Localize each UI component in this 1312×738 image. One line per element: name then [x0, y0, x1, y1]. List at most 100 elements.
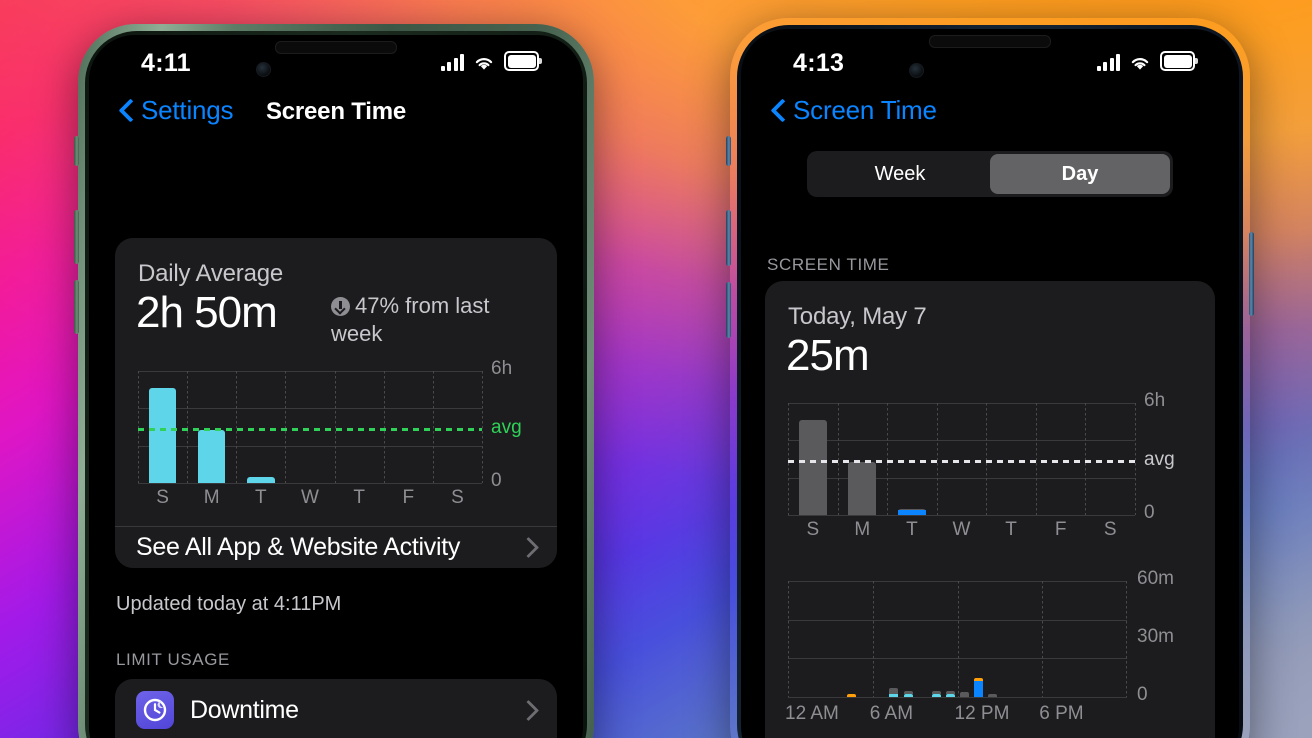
phone-left-screen: 4:11 Settings Screen Time Daily Average …: [89, 35, 583, 738]
volume-down-button[interactable]: [74, 280, 79, 334]
y-axis-tick: 6h: [491, 358, 513, 379]
gridline-vertical: [482, 371, 483, 483]
chart-bar-segment[interactable]: [974, 681, 984, 697]
hourly-bar-chart[interactable]: 60m 30m 0 12 AM 6 AM 12 PM 6 PM: [785, 568, 1191, 729]
segment-week[interactable]: Week: [810, 154, 990, 194]
y-axis-tick: avg: [1144, 448, 1175, 470]
chart-bar-segment[interactable]: [889, 688, 899, 694]
chart-bar[interactable]: [247, 476, 275, 483]
mute-switch[interactable]: [726, 136, 731, 166]
gridline-vertical: [872, 581, 874, 697]
segment-day[interactable]: Day: [990, 154, 1170, 194]
weekly-bar-chart[interactable]: 6h avg 0 S M T W T F S: [138, 358, 538, 513]
phone-right: 4:13 Screen Time Week Day SCREEN TIME To…: [726, 18, 1254, 738]
x-axis-tick: 6 PM: [1039, 703, 1084, 724]
chart-bar-segment[interactable]: [903, 694, 913, 697]
gridline-vertical: [138, 371, 139, 483]
gridline-vertical: [432, 371, 434, 483]
today-card[interactable]: Today, May 7 25m 6h avg 0 S M T W T F S 60m 30m 0 12…: [765, 281, 1215, 738]
gridline-horizontal: [788, 697, 1127, 698]
chart-bar-segment[interactable]: [931, 691, 941, 694]
volume-up-button[interactable]: [726, 210, 731, 266]
y-axis-tick: 6h: [1144, 390, 1166, 411]
gridline-vertical: [837, 403, 839, 515]
status-bar-time: 4:13: [793, 49, 845, 77]
gridline-horizontal: [788, 403, 1135, 404]
downtime-card[interactable]: Downtime: [115, 679, 557, 738]
x-axis-tick: M: [854, 519, 871, 540]
daily-average-title: Daily Average: [138, 260, 284, 287]
nav-bar-left: Settings Screen Time: [89, 89, 583, 145]
screen-time-section-header: SCREEN TIME: [767, 255, 890, 274]
gridline-vertical: [1042, 581, 1044, 697]
chart-bar-segment[interactable]: [960, 692, 970, 697]
x-axis-tick: 12 PM: [954, 703, 1010, 724]
downtime-clock-icon: [136, 691, 174, 729]
volume-down-button[interactable]: [726, 282, 731, 338]
status-bar-icons: [1096, 51, 1198, 71]
phone-left: 4:11 Settings Screen Time Daily Average …: [74, 24, 594, 738]
y-axis-tick: avg: [491, 416, 522, 438]
gridline-vertical: [957, 581, 959, 697]
chart-bar-segment[interactable]: [903, 691, 913, 694]
back-button[interactable]: Screen Time: [771, 95, 937, 126]
x-axis-tick: S: [806, 519, 820, 540]
x-axis-tick: S: [451, 487, 464, 508]
chart-bar-segment[interactable]: [974, 678, 984, 682]
week-day-segmented-control[interactable]: Week Day: [807, 151, 1173, 197]
back-button-label: Screen Time: [793, 95, 937, 125]
chart-plot-area: [138, 371, 483, 484]
gridline-horizontal: [138, 483, 482, 484]
average-line: [138, 428, 482, 432]
power-button[interactable]: [1249, 232, 1254, 316]
gridline-vertical: [236, 371, 238, 483]
today-title: Today, May 7: [788, 303, 927, 330]
x-axis-tick: T: [255, 487, 267, 508]
x-axis-tick: W: [952, 519, 971, 540]
x-axis-tick: S: [1103, 519, 1117, 540]
chart-bar[interactable]: [848, 461, 877, 515]
downtime-row[interactable]: Downtime: [115, 679, 557, 738]
y-axis-tick: 0: [491, 470, 502, 491]
gridline-vertical: [788, 581, 789, 697]
chart-bar[interactable]: [898, 508, 926, 515]
volume-up-button[interactable]: [74, 210, 79, 264]
chart-bar-segment[interactable]: [847, 694, 857, 697]
delta-text: 47% from last week: [331, 292, 511, 348]
chart-bar[interactable]: [197, 429, 226, 483]
gridline-vertical: [986, 403, 988, 515]
wifi-icon: [1129, 54, 1151, 71]
arrow-down-circle-icon: [331, 297, 350, 316]
see-all-activity-row[interactable]: See All App & Website Activity: [115, 526, 557, 568]
x-axis-tick: 6 AM: [869, 703, 914, 724]
gridline-vertical: [1035, 403, 1037, 515]
chart-bar-segment[interactable]: [889, 694, 899, 697]
chart-bar-segment[interactable]: [988, 694, 998, 697]
daily-average-card[interactable]: Daily Average 2h 50m 47% from last week …: [115, 238, 557, 568]
chart-bar[interactable]: [148, 387, 177, 483]
chart-bar-highlight: [898, 510, 926, 515]
chart-bar-segment[interactable]: [931, 694, 941, 697]
battery-full-icon: [1160, 51, 1198, 71]
see-all-activity-label: See All App & Website Activity: [136, 532, 461, 561]
gridline-horizontal: [788, 477, 1135, 479]
status-bar-icons: [440, 51, 542, 71]
limit-usage-header: LIMIT USAGE: [116, 650, 230, 669]
chart-bar-segment[interactable]: [945, 694, 955, 697]
chevron-right-icon: [517, 536, 540, 558]
delta-value: 47% from last week: [331, 293, 490, 347]
x-axis-tick: T: [353, 487, 365, 508]
ios-screen-left: 4:11 Settings Screen Time Daily Average …: [89, 35, 583, 738]
screenshot-stage: 4:11 Settings Screen Time Daily Average …: [0, 0, 1312, 738]
updated-timestamp: Updated today at 4:11PM: [116, 593, 342, 615]
x-axis-tick: F: [1054, 519, 1067, 540]
phone-right-screen: 4:13 Screen Time Week Day SCREEN TIME To…: [741, 29, 1239, 738]
y-axis-tick: 0: [1144, 502, 1155, 523]
chart-bar[interactable]: [798, 419, 827, 515]
mute-switch[interactable]: [74, 136, 79, 166]
x-axis-tick: W: [301, 487, 319, 508]
x-axis-tick: T: [906, 519, 918, 540]
weekly-bar-chart[interactable]: 6h avg 0 S M T W T F S: [788, 390, 1191, 545]
status-bar-left: 4:11: [89, 35, 583, 89]
chart-bar-segment[interactable]: [945, 691, 955, 694]
